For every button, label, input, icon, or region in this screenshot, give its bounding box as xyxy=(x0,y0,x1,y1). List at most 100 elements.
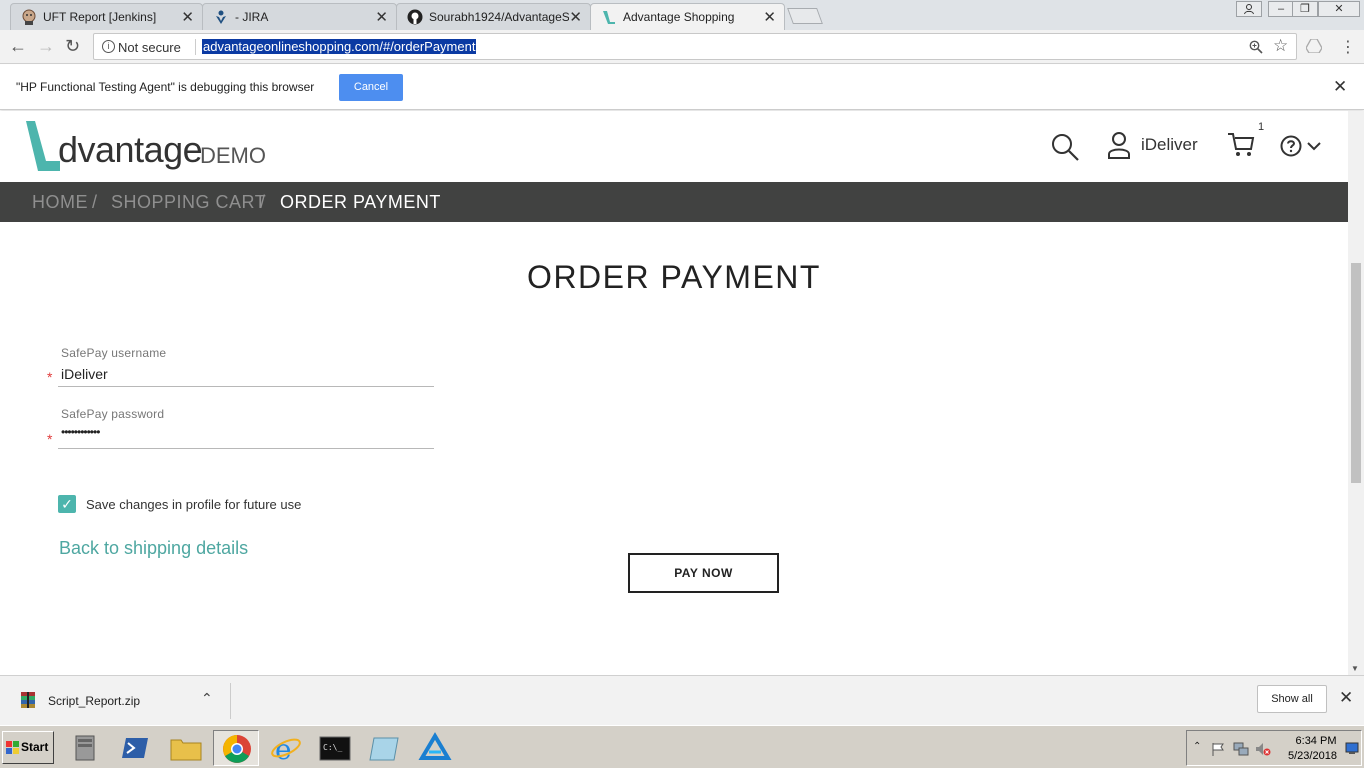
advantage-logo-icon[interactable] xyxy=(24,121,60,171)
debugging-infobar: "HP Functional Testing Agent" is debuggi… xyxy=(0,65,1364,110)
back-arrow-icon[interactable]: ← xyxy=(9,36,27,57)
close-window-button[interactable]: ✕ xyxy=(1318,1,1360,17)
save-profile-label[interactable]: Save changes in profile for future use xyxy=(86,497,301,512)
logged-in-username[interactable]: iDeliver xyxy=(1141,135,1198,155)
uft-app-icon[interactable] xyxy=(412,730,458,766)
safepay-username-label: SafePay username xyxy=(61,346,167,360)
infobar-close-icon[interactable]: ✕ xyxy=(1333,77,1347,97)
cart-count-badge: 1 xyxy=(1258,121,1265,133)
cancel-debugging-button[interactable]: Cancel xyxy=(339,74,403,101)
windows-taskbar: Start e C:\_ ⌃ 6:34 PM 5/23/2018 xyxy=(0,725,1364,768)
new-tab-button[interactable] xyxy=(787,8,823,24)
chevron-down-icon[interactable] xyxy=(1307,141,1321,151)
action-center-flag-icon[interactable] xyxy=(1211,742,1225,756)
download-shelf: Script_Report.zip ⌃ Show all ✕ xyxy=(0,675,1364,725)
show-hidden-icons-chevron-icon[interactable]: ⌃ xyxy=(1193,741,1201,752)
svg-text:e: e xyxy=(275,733,292,766)
required-marker: * xyxy=(47,369,53,385)
save-profile-checkbox[interactable]: ✓ xyxy=(58,495,76,513)
svg-text:C:\_: C:\_ xyxy=(323,743,342,752)
restore-window-button[interactable]: ❐ xyxy=(1292,1,1318,17)
shelf-divider xyxy=(230,683,231,719)
tab-close-icon[interactable]: ✕ xyxy=(763,8,776,26)
input-underline xyxy=(58,448,434,449)
internet-explorer-icon[interactable]: e xyxy=(263,730,309,766)
chrome-menu-icon[interactable]: ⋮ xyxy=(1340,37,1356,57)
browser-tab-strip: UFT Report [Jenkins] ✕ - JIRA ✕ Sourabh1… xyxy=(0,0,1364,30)
tab-title: Advantage Shopping xyxy=(623,10,735,24)
windows-logo-icon xyxy=(6,741,19,754)
bookmark-star-icon[interactable]: ☆ xyxy=(1273,36,1288,56)
tab-close-icon[interactable]: ✕ xyxy=(569,8,582,26)
browser-toolbar: ← → ↻ i Not secure advantageonlineshoppi… xyxy=(0,30,1364,64)
show-all-downloads-button[interactable]: Show all xyxy=(1257,685,1327,713)
help-icon[interactable] xyxy=(1280,135,1302,157)
cart-icon[interactable] xyxy=(1227,132,1255,158)
breadcrumb-current: ORDER PAYMENT xyxy=(280,192,441,212)
breadcrumb-shopping-cart[interactable]: SHOPPING CART xyxy=(111,192,266,213)
network-icon[interactable] xyxy=(1233,742,1249,756)
tab-advantage-shopping[interactable]: Advantage Shopping ✕ xyxy=(590,3,785,30)
volume-muted-icon[interactable] xyxy=(1255,742,1271,756)
jira-icon xyxy=(216,10,226,24)
zip-file-icon xyxy=(21,692,35,708)
advantage-logo-icon xyxy=(603,11,615,24)
address-bar[interactable]: i Not secure advantageonlineshopping.com… xyxy=(93,33,1297,60)
chevron-up-icon[interactable]: ⌃ xyxy=(201,690,213,707)
pay-now-button[interactable]: PAY NOW xyxy=(628,553,779,593)
safepay-username-input[interactable]: iDeliver xyxy=(61,366,108,382)
clock-date[interactable]: 5/23/2018 xyxy=(1288,750,1337,762)
breadcrumb-separator: / xyxy=(260,192,266,212)
logo-wordmark[interactable]: dvantage xyxy=(58,129,203,171)
minimize-window-button[interactable]: – xyxy=(1268,1,1294,17)
download-file-name[interactable]: Script_Report.zip xyxy=(48,694,140,708)
breadcrumb-home[interactable]: HOME xyxy=(32,192,88,213)
show-desktop-icon[interactable] xyxy=(1345,741,1359,755)
command-prompt-icon[interactable]: C:\_ xyxy=(312,730,358,766)
tab-title: - JIRA xyxy=(235,10,269,24)
drive-extension-icon[interactable] xyxy=(1306,39,1322,53)
shelf-close-icon[interactable]: ✕ xyxy=(1339,688,1353,708)
tab-github[interactable]: Sourabh1924/AdvantageSh ✕ xyxy=(396,3,591,30)
chrome-taskbar-icon[interactable] xyxy=(213,730,259,766)
tab-close-icon[interactable]: ✕ xyxy=(375,8,388,26)
page-title: ORDER PAYMENT xyxy=(527,259,821,295)
tab-uft-report[interactable]: UFT Report [Jenkins] ✕ xyxy=(10,3,203,30)
logo-demo-label[interactable]: DEMO xyxy=(200,143,266,169)
zoom-icon[interactable] xyxy=(1249,40,1263,54)
page-scrollbar[interactable]: ▼ xyxy=(1348,111,1364,675)
security-label[interactable]: Not secure xyxy=(118,40,181,55)
start-label: Start xyxy=(21,740,49,754)
tab-title: Sourabh1924/AdvantageSh xyxy=(429,10,569,24)
start-button[interactable]: Start xyxy=(2,731,54,764)
input-underline xyxy=(58,386,434,387)
breadcrumb: HOME / SHOPPING CART / ORDER PAYMENT xyxy=(0,182,1348,222)
user-icon[interactable] xyxy=(1107,131,1131,159)
back-to-shipping-link[interactable]: Back to shipping details xyxy=(59,538,248,559)
server-manager-icon[interactable] xyxy=(64,730,110,766)
jenkins-icon xyxy=(22,9,36,25)
forward-arrow-icon[interactable]: → xyxy=(37,36,55,57)
breadcrumb-separator: / xyxy=(92,192,98,212)
github-icon xyxy=(407,9,423,25)
search-icon[interactable] xyxy=(1051,133,1079,161)
profile-icon[interactable] xyxy=(1236,1,1262,17)
reload-icon[interactable]: ↻ xyxy=(65,36,80,57)
tab-title: UFT Report [Jenkins] xyxy=(43,10,157,24)
scrollbar-thumb[interactable] xyxy=(1351,263,1361,483)
safepay-password-input[interactable]: •••••••••••• xyxy=(61,425,100,439)
notepad-icon[interactable] xyxy=(362,730,408,766)
page-content: dvantage DEMO iDeliver 1 HOME / SHOPPING… xyxy=(0,111,1348,675)
tab-jira[interactable]: - JIRA ✕ xyxy=(202,3,397,30)
tab-close-icon[interactable]: ✕ xyxy=(181,8,194,26)
infobar-message: "HP Functional Testing Agent" is debuggi… xyxy=(16,80,315,94)
info-icon[interactable]: i xyxy=(102,40,115,53)
omnibox-separator xyxy=(195,39,196,55)
scroll-down-arrow-icon[interactable]: ▼ xyxy=(1351,664,1359,673)
powershell-icon[interactable] xyxy=(114,730,160,766)
clock-time[interactable]: 6:34 PM xyxy=(1293,735,1339,747)
system-tray: ⌃ 6:34 PM 5/23/2018 xyxy=(1186,730,1362,766)
safepay-password-label: SafePay password xyxy=(61,407,165,421)
url-text[interactable]: advantageonlineshopping.com/#/orderPayme… xyxy=(202,39,477,54)
file-explorer-icon[interactable] xyxy=(163,730,209,766)
